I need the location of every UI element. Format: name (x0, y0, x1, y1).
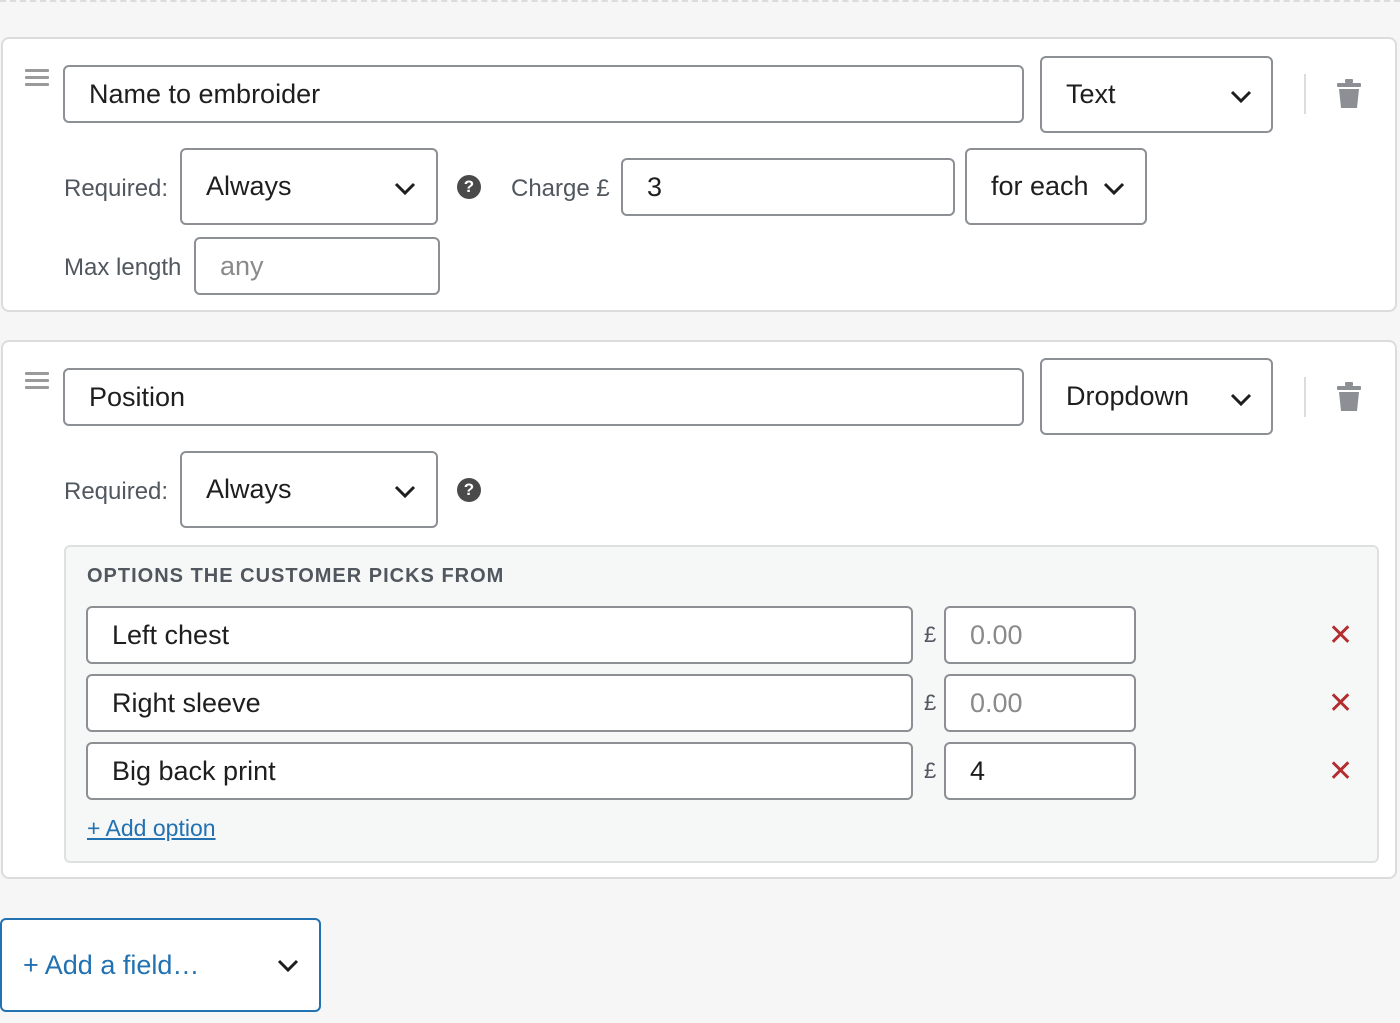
vertical-separator (1304, 377, 1306, 417)
options-panel: OPTIONS THE CUSTOMER PICKS FROM Left che… (64, 545, 1379, 863)
option-label-input[interactable]: Big back print (86, 742, 913, 800)
currency-symbol: £ (924, 758, 937, 783)
field-name-input[interactable]: Position (63, 368, 1024, 426)
add-field-label: + Add a field… (23, 949, 200, 980)
chevron-down-icon (1102, 181, 1126, 197)
currency-symbol: £ (924, 690, 937, 715)
remove-icon[interactable]: ✕ (1328, 689, 1353, 719)
field-type-value: Text (1066, 79, 1116, 109)
options-title: OPTIONS THE CUSTOMER PICKS FROM (87, 565, 505, 587)
chevron-down-icon (1229, 89, 1253, 105)
field-card-name: Name to embroider Text Required: Always … (1, 37, 1397, 312)
option-label-input[interactable]: Right sleeve (86, 674, 913, 732)
max-length-label: Max length (64, 254, 182, 281)
remove-icon[interactable]: ✕ (1328, 757, 1353, 787)
chevron-down-icon (393, 181, 417, 197)
drag-handle-icon[interactable] (25, 69, 49, 91)
option-price-input[interactable]: 4 (944, 742, 1136, 800)
required-value: Always (206, 171, 292, 201)
option-price-input[interactable]: 0.00 (944, 674, 1136, 732)
max-length-input[interactable]: any (194, 237, 440, 295)
vertical-separator (1304, 74, 1306, 114)
chevron-down-icon (1229, 392, 1253, 408)
chevron-down-icon (276, 958, 300, 974)
top-divider (0, 0, 1400, 3)
add-field-select[interactable]: + Add a field… (0, 918, 321, 1012)
required-value: Always (206, 474, 292, 504)
chevron-down-icon (393, 484, 417, 500)
required-label: Required: (64, 478, 169, 505)
help-icon[interactable]: ? (457, 175, 481, 199)
charge-label: Charge £ (511, 175, 610, 202)
trash-icon[interactable] (1337, 79, 1361, 109)
charge-input[interactable]: 3 (621, 158, 955, 216)
drag-handle-icon[interactable] (25, 372, 49, 394)
remove-icon[interactable]: ✕ (1328, 621, 1353, 651)
field-card-position: Position Dropdown Required: Always ? OPT… (1, 340, 1397, 879)
option-label-input[interactable]: Left chest (86, 606, 913, 664)
option-price-input[interactable]: 0.00 (944, 606, 1136, 664)
charge-mode-value: for each (991, 171, 1089, 201)
help-icon[interactable]: ? (457, 478, 481, 502)
field-name-input[interactable]: Name to embroider (63, 65, 1024, 123)
field-type-value: Dropdown (1066, 381, 1190, 411)
required-label: Required: (64, 175, 169, 202)
currency-symbol: £ (924, 622, 937, 647)
trash-icon[interactable] (1337, 382, 1361, 412)
add-option-link[interactable]: + Add option (87, 815, 216, 842)
